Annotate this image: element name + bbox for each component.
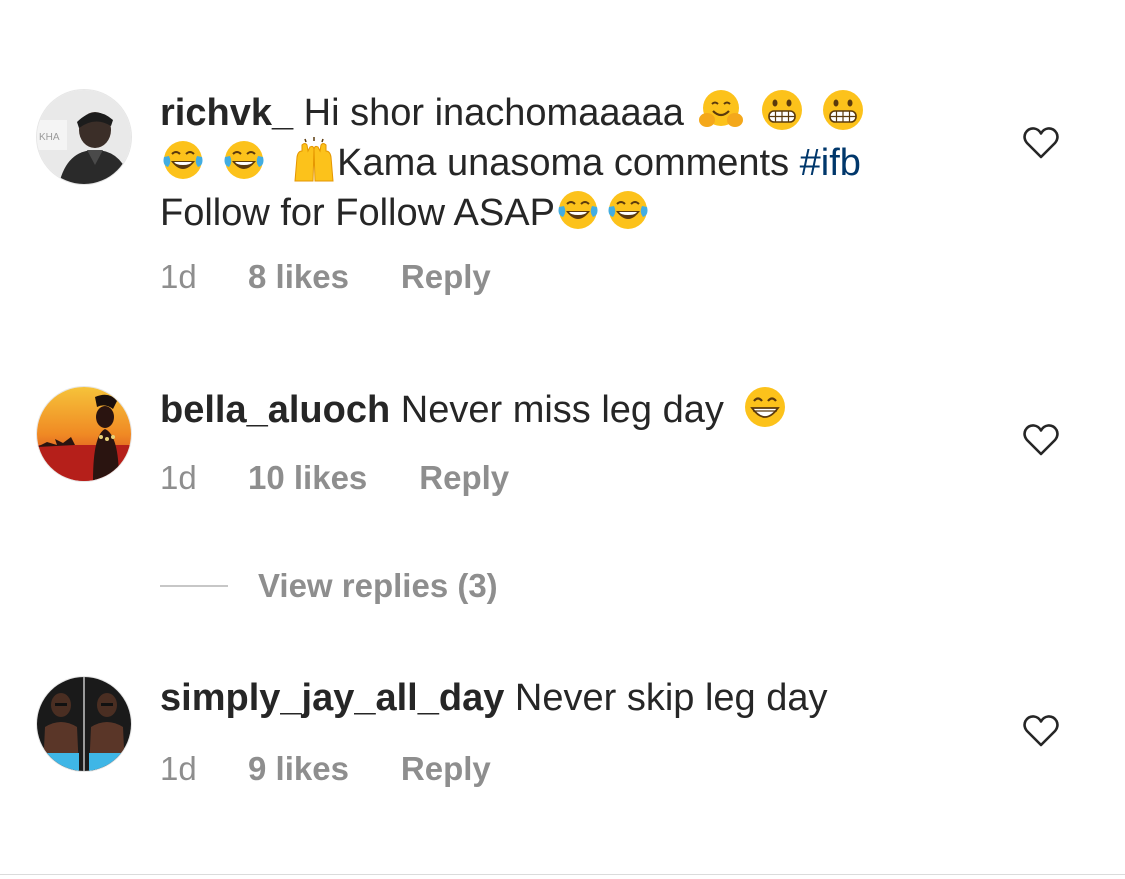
timestamp: 1d (160, 750, 197, 787)
comment-simply-jay: simply_jay_all_day Never skip leg day 1d… (0, 0, 1125, 820)
avatar-image (37, 677, 131, 771)
bottom-divider (0, 874, 1125, 875)
comment-body: Never skip leg day (514, 677, 828, 719)
username[interactable]: simply_jay_all_day (160, 677, 504, 719)
comment-meta: 1d 9 likes Reply (160, 749, 491, 789)
reply-button[interactable]: Reply (401, 749, 491, 789)
heart-outline-icon[interactable] (1022, 714, 1060, 748)
comment-text: simply_jay_all_day Never skip leg day (160, 674, 980, 722)
avatar[interactable] (37, 677, 131, 771)
likes-count[interactable]: 9 likes (248, 749, 349, 789)
